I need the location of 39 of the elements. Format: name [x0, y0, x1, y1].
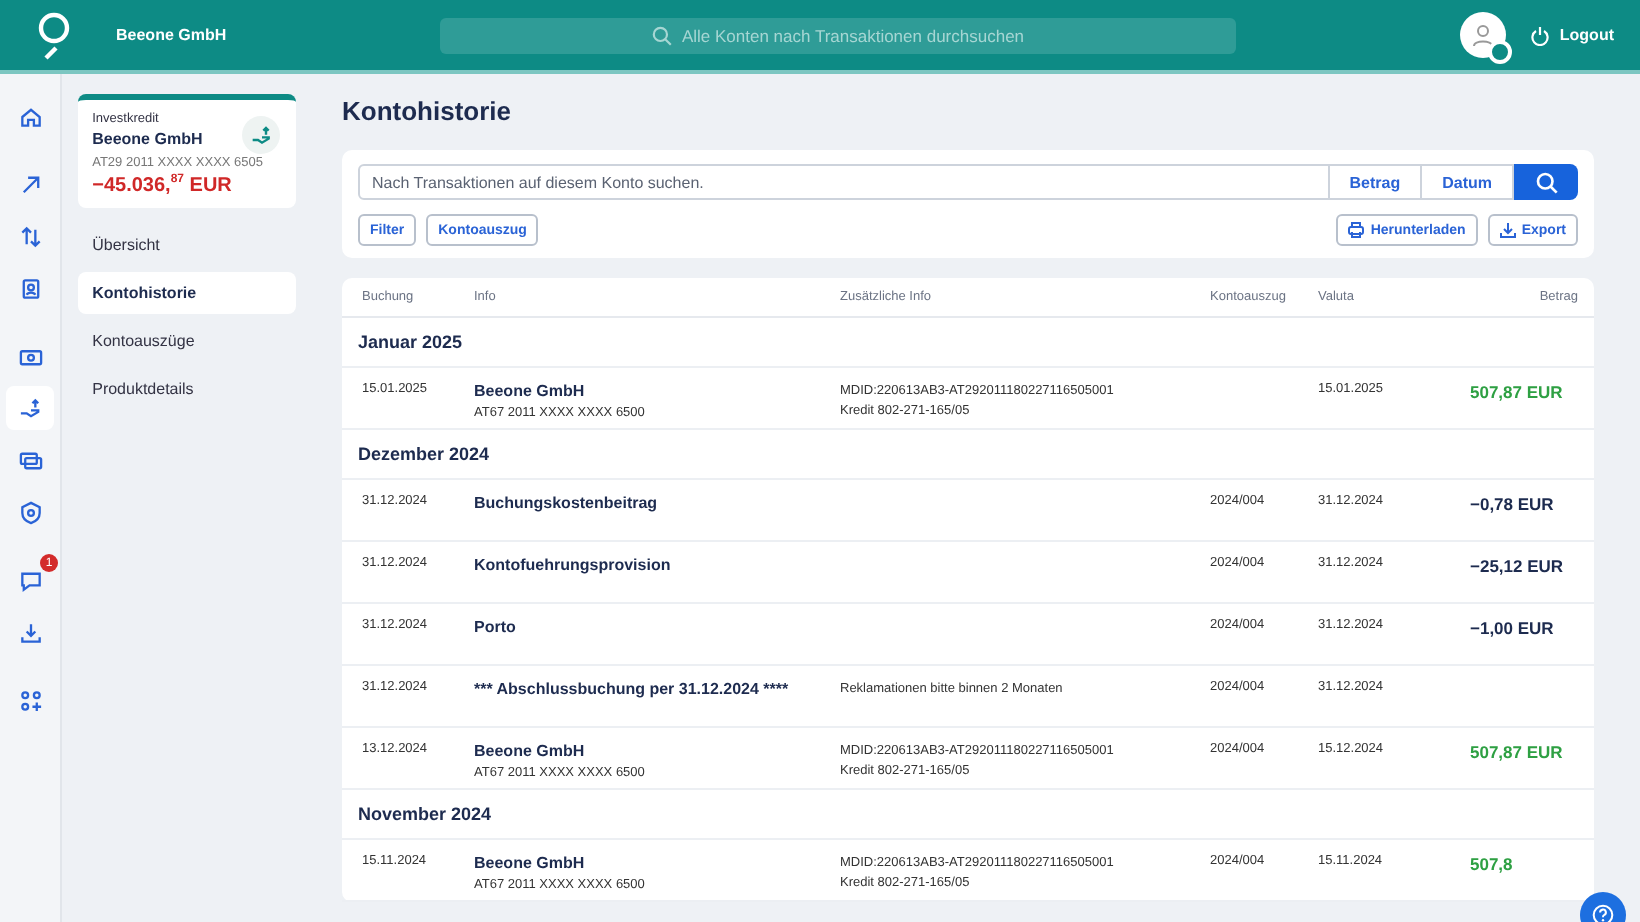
transaction-title: Kontofuehrungsprovision [474, 556, 673, 574]
month-heading: November 2024 [342, 790, 1594, 840]
nav-item[interactable]: Kontoauszüge [78, 320, 296, 363]
search-option-button[interactable]: Betrag [1329, 164, 1423, 200]
logout-button[interactable]: Logout [1529, 25, 1614, 45]
transaction-title: Porto [474, 618, 518, 636]
user-avatar[interactable] [1459, 12, 1506, 58]
printer-icon [1348, 222, 1365, 238]
account-name: Beeone GmbH [92, 130, 203, 148]
transaction-search-field[interactable]: Nach Transaktionen auf diesem Konto suchen. [358, 164, 1330, 200]
month-heading: Dezember 2024 [342, 430, 1594, 480]
company-name: Beeone GmbH [116, 26, 229, 44]
account-balance: −45.036,$^{87}$ EUR [92, 174, 234, 197]
power-icon [1529, 25, 1550, 45]
transaction-title: Buchungskostenbeitrag [474, 494, 660, 512]
amount: −1,00 EUR [1470, 618, 1556, 638]
amount: 507,87 EUR [1470, 382, 1565, 402]
nav-item[interactable]: Übersicht [78, 224, 296, 267]
search-icon [1535, 171, 1557, 193]
loan-icon [249, 123, 273, 147]
amount: 507,8 [1470, 854, 1515, 874]
page-title: Kontohistorie [342, 96, 513, 126]
search-button[interactable] [1514, 164, 1578, 200]
amount: −0,78 EUR [1470, 494, 1556, 514]
nav-item[interactable]: Produktdetails [78, 368, 296, 411]
transaction-title: *** Abschlussbuchung per 31.12.2024 **** [474, 680, 791, 698]
amount: −25,12 EUR [1470, 556, 1566, 576]
search-option-button[interactable]: Datum [1422, 164, 1514, 200]
help-icon [1592, 902, 1614, 922]
download-icon [1499, 222, 1516, 238]
loan-icon[interactable] [6, 386, 55, 430]
month-heading: Januar 2025 [342, 318, 1594, 368]
transaction-title: Beeone GmbH [474, 854, 587, 872]
transaction-title: Beeone GmbH [474, 742, 587, 760]
amount: 507,87 EUR [1470, 742, 1565, 762]
chat-bubble-icon [17, 567, 44, 593]
transaction-title: Beeone GmbH [474, 382, 587, 400]
nav-item[interactable]: Kontohistorie [78, 272, 296, 315]
search-icon [651, 25, 672, 45]
